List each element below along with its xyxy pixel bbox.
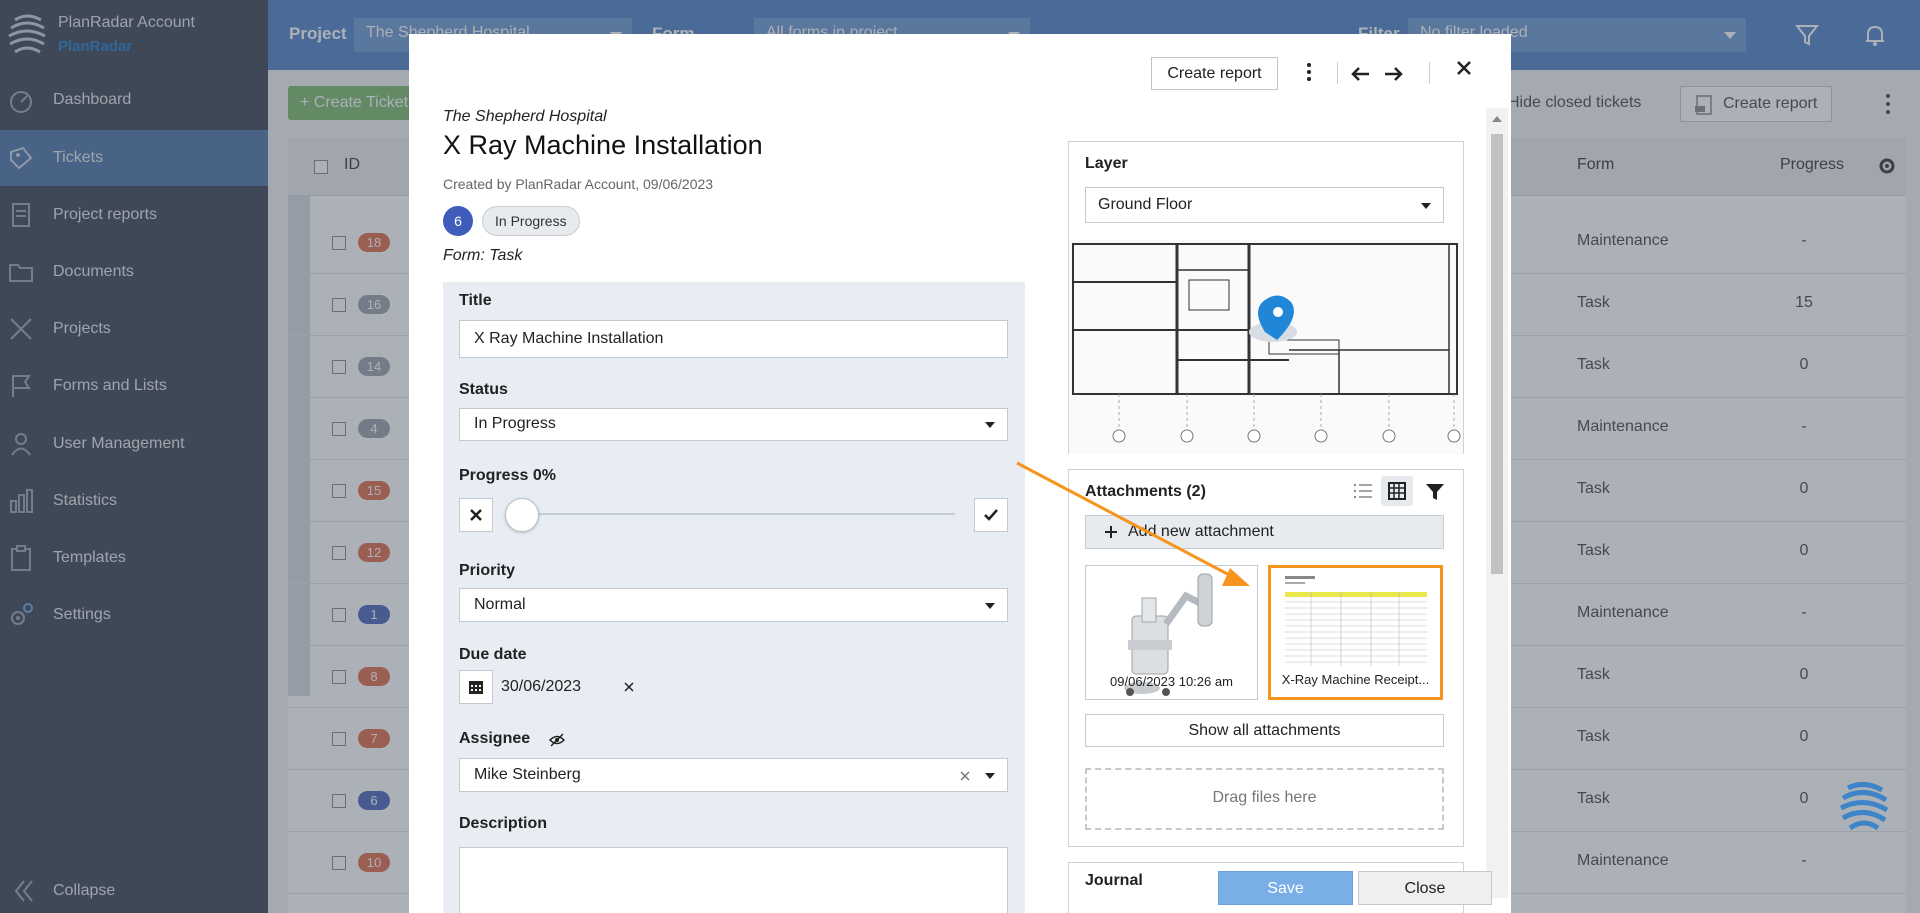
- grid-view-icon: [1388, 482, 1406, 500]
- add-attachment-label: Add new attachment: [1128, 523, 1274, 540]
- file-drop-zone[interactable]: Drag files here: [1085, 768, 1444, 830]
- ticket-title: X Ray Machine Installation: [443, 130, 763, 160]
- eye-slash-icon: [549, 733, 565, 747]
- close-icon[interactable]: [1449, 54, 1479, 82]
- layer-select[interactable]: Ground Floor: [1085, 187, 1444, 223]
- ticket-side-panel: Layer Ground Floor Attachments (2) Add n…: [1060, 108, 1466, 913]
- floor-plan-image[interactable]: [1069, 240, 1463, 454]
- due-date-field-label: Due date: [459, 646, 527, 663]
- layer-card: Layer Ground Floor: [1068, 141, 1464, 454]
- chevron-down-icon: [985, 422, 995, 428]
- ticket-detail-modal: Create report The Shepherd Hospital X Ra…: [409, 34, 1511, 913]
- project-name: The Shepherd Hospital: [443, 108, 607, 125]
- list-view-icon[interactable]: [1353, 482, 1373, 500]
- status-select[interactable]: In Progress: [459, 408, 1008, 441]
- modal-scrollbar[interactable]: [1486, 108, 1508, 898]
- progress-clear-button[interactable]: [459, 498, 493, 532]
- progress-confirm-button[interactable]: [974, 498, 1008, 532]
- assignee-label-text: Assignee: [459, 730, 531, 747]
- progress-slider-handle[interactable]: [505, 498, 539, 532]
- chevron-down-icon: [1421, 203, 1431, 209]
- attachments-title: Attachments (2): [1085, 483, 1206, 500]
- title-field-label: Title: [459, 292, 492, 309]
- layer-select-value: Ground Floor: [1098, 196, 1193, 213]
- status-badge: In Progress: [482, 206, 580, 236]
- close-icon: [470, 509, 482, 521]
- assignee-select[interactable]: Mike Steinberg: [459, 758, 1008, 792]
- created-by: Created by PlanRadar Account, 09/06/2023: [443, 176, 714, 192]
- ticket-form-panel: Title X Ray Machine Installation Status …: [443, 282, 1025, 913]
- grid-view-button[interactable]: [1381, 476, 1413, 506]
- clear-assignee-icon[interactable]: [959, 770, 971, 782]
- show-all-attachments-button[interactable]: Show all attachments: [1085, 714, 1444, 747]
- due-date-value[interactable]: 30/06/2023: [501, 678, 581, 696]
- checkmark-icon: [984, 509, 998, 521]
- plus-icon: [1105, 526, 1117, 538]
- progress-slider-track[interactable]: [527, 513, 955, 515]
- calendar-icon: [469, 681, 483, 694]
- more-options-icon[interactable]: [1299, 57, 1319, 87]
- journal-title: Journal: [1085, 872, 1143, 889]
- description-textarea[interactable]: [459, 847, 1008, 913]
- chevron-down-icon: [985, 773, 995, 779]
- layer-title: Layer: [1085, 155, 1128, 172]
- calendar-button[interactable]: [459, 670, 493, 704]
- priority-field-label: Priority: [459, 562, 516, 579]
- close-button[interactable]: Close: [1358, 871, 1492, 905]
- assignee-select-value: Mike Steinberg: [474, 766, 581, 783]
- next-ticket-arrow-icon[interactable]: [1379, 60, 1409, 88]
- toolbar-divider: [1429, 62, 1430, 84]
- status-field-label: Status: [459, 381, 508, 398]
- save-button[interactable]: Save: [1218, 871, 1353, 905]
- description-field-label: Description: [459, 815, 548, 832]
- create-report-button[interactable]: Create report: [1151, 57, 1278, 90]
- scroll-up-icon[interactable]: [1491, 114, 1503, 124]
- add-new-attachment-button[interactable]: Add new attachment: [1085, 515, 1444, 549]
- assignee-field-label: Assignee: [459, 730, 565, 748]
- attachment-caption: X-Ray Machine Receipt...: [1281, 672, 1430, 687]
- chevron-down-icon: [985, 603, 995, 609]
- floor-plan-drawing: [1069, 240, 1463, 454]
- help-widget-icon[interactable]: [1838, 778, 1890, 834]
- ticket-number-badge: 6: [443, 206, 473, 236]
- priority-select-value: Normal: [474, 596, 526, 613]
- previous-ticket-arrow-icon[interactable]: [1345, 60, 1375, 88]
- form-type: Form: Task: [443, 247, 523, 264]
- modal-scrollbar-thumb[interactable]: [1491, 134, 1503, 574]
- toolbar-divider: [1337, 62, 1338, 84]
- priority-select[interactable]: Normal: [459, 588, 1008, 622]
- title-input[interactable]: X Ray Machine Installation: [459, 320, 1008, 358]
- attachment-caption: 09/06/2023 10:26 am: [1110, 674, 1233, 689]
- clear-date-icon[interactable]: [621, 676, 637, 696]
- attachment-thumbnail-highlighted[interactable]: X-Ray Machine Receipt...: [1268, 565, 1443, 700]
- progress-field-label: Progress 0%: [459, 467, 556, 484]
- attachments-card: Attachments (2) Add new attachment 09/06…: [1068, 469, 1464, 847]
- filter-funnel-icon[interactable]: [1425, 482, 1445, 502]
- attachment-thumbnail[interactable]: 09/06/2023 10:26 am: [1085, 565, 1258, 700]
- status-select-value: In Progress: [474, 415, 556, 432]
